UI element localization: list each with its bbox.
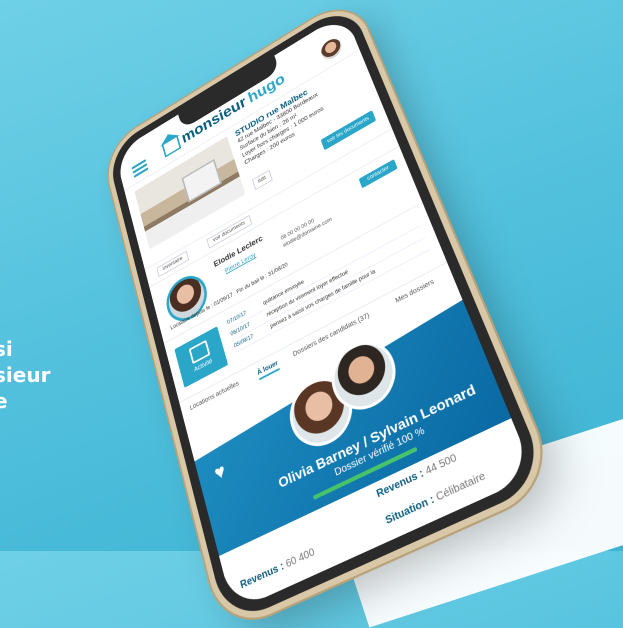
detail-value: 60 400 <box>284 546 317 571</box>
activity-tile[interactable]: Activité <box>174 326 229 388</box>
side-caption-line-1: si <box>0 337 13 361</box>
side-caption-line-3: e <box>0 389 8 413</box>
house-icon <box>161 135 182 158</box>
phone-mockup: monsieur hugo STUDIO rue Malbec 42 rue M… <box>58 0 578 627</box>
side-caption-line-2: sieur <box>0 363 51 387</box>
detail-value: Célibataire <box>434 470 488 504</box>
phone-screen: monsieur hugo STUDIO rue Malbec 42 rue M… <box>114 12 535 612</box>
heart-icon[interactable]: ♥ <box>212 460 228 486</box>
detail-label: Situation : <box>246 586 295 612</box>
side-caption: si sieur e <box>0 336 50 414</box>
detail-value: 44 500 <box>423 452 459 478</box>
phone-frame: monsieur hugo STUDIO rue Malbec 42 rue M… <box>106 1 550 627</box>
user-avatar[interactable] <box>318 35 345 64</box>
detail-left-income: Revenus : 60 400 <box>239 546 316 591</box>
detail-label: Situation : <box>384 493 437 528</box>
detail-label: Revenus : <box>239 560 286 592</box>
detail-value: En couple <box>293 566 339 598</box>
tenant-contact: 06 00 00 00 00 elodie@domaine.com <box>280 209 333 250</box>
edit-button[interactable]: édit <box>251 169 273 191</box>
